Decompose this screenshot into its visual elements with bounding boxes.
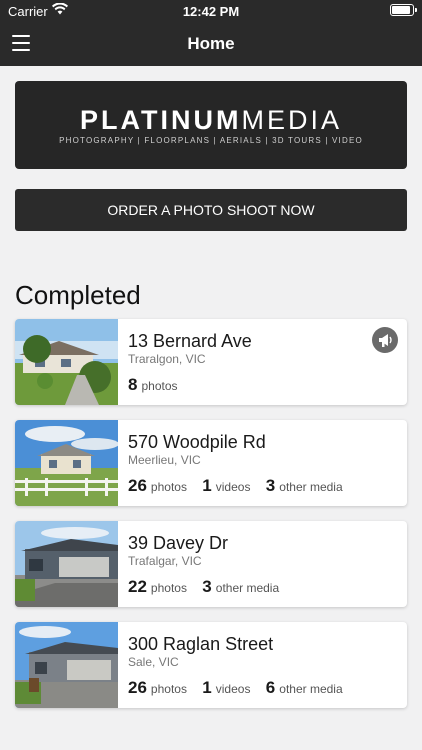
section-title: Completed: [15, 280, 141, 310]
photo-count: 26: [128, 476, 147, 495]
listing-card[interactable]: 13 Bernard Ave Traralgon, VIC 8 photos: [15, 319, 407, 405]
other-media-label: other media: [279, 682, 343, 696]
photo-label: photos: [141, 379, 178, 393]
clock: 12:42 PM: [182, 4, 240, 19]
listing-card[interactable]: 300 Raglan Street Sale, VIC 26 photos 1 vi…: [15, 622, 407, 708]
brand-banner: PLATINUMMEDIA PHOTOGRAPHY | FLOORPLANS |…: [15, 81, 407, 169]
listing-suburb: Traralgon, VIC: [128, 352, 206, 366]
other-media-count: 3: [202, 577, 212, 596]
video-label: videos: [215, 480, 251, 494]
video-label: videos: [215, 682, 251, 696]
listing-suburb: Sale, VIC: [128, 655, 179, 669]
property-thumbnail: [15, 420, 118, 506]
other-media-label: other media: [279, 480, 343, 494]
photo-count: 8: [128, 375, 138, 394]
photo-count: 26: [128, 678, 147, 697]
page-title: Home: [187, 34, 235, 53]
photo-label: photos: [150, 480, 187, 494]
listing-address: 300 Raglan Street: [128, 634, 274, 654]
navigation-bar: Home: [0, 22, 422, 66]
property-thumbnail: [15, 521, 118, 607]
listing-address: 13 Bernard Ave: [128, 331, 252, 351]
property-thumbnail: [15, 319, 118, 405]
listing-card[interactable]: 39 Davey Dr Trafalgar, VIC 22 photos 3 oth…: [15, 521, 407, 607]
video-count: 1: [202, 476, 212, 495]
brand-logo: PLATINUMMEDIA: [80, 105, 342, 135]
photo-label: photos: [150, 682, 187, 696]
megaphone-icon[interactable]: [372, 327, 398, 353]
battery-icon: [390, 4, 417, 16]
listing-stats: 8 photos: [128, 375, 190, 395]
listing-card[interactable]: 570 Woodpile Rd Meerlieu, VIC 26 photos 1…: [15, 420, 407, 506]
brand-tagline: PHOTOGRAPHY | FLOORPLANS | AERIALS | 3D …: [59, 136, 363, 145]
listing-stats: 26 photos 1 videos 6 other media: [128, 678, 355, 698]
photo-count: 22: [128, 577, 147, 596]
other-media-label: other media: [215, 581, 280, 595]
other-media-count: 3: [265, 476, 276, 495]
listing-stats: 26 photos 1 videos 3 other media: [128, 476, 355, 496]
listing-suburb: Trafalgar, VIC: [128, 554, 202, 568]
property-thumbnail: [15, 622, 118, 708]
listing-stats: 22 photos 3 other media: [128, 577, 291, 597]
video-count: 1: [202, 678, 212, 697]
photo-label: photos: [150, 581, 187, 595]
order-photo-shoot-button[interactable]: ORDER A PHOTO SHOOT NOW: [15, 189, 407, 231]
listing-address: 570 Woodpile Rd: [128, 432, 266, 452]
listing-suburb: Meerlieu, VIC: [128, 453, 201, 467]
listing-address: 39 Davey Dr: [128, 533, 229, 553]
status-bar: Carrier 12:42 PM: [0, 0, 422, 22]
other-media-count: 6: [265, 678, 276, 697]
